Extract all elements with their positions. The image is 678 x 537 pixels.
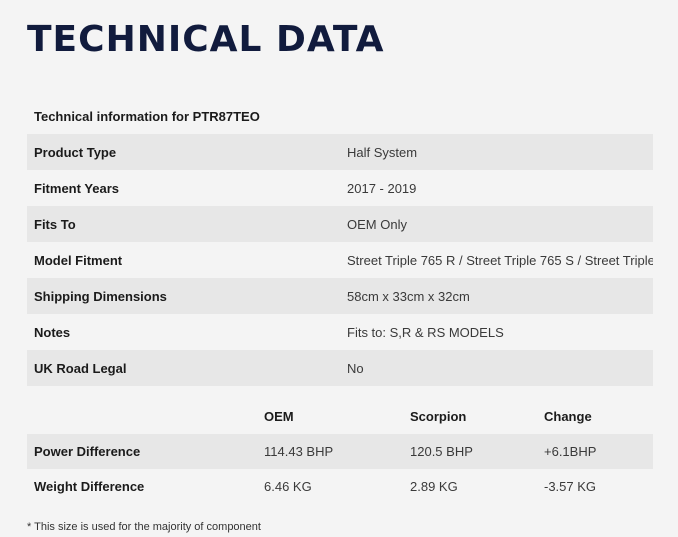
table-header-row: OEM Scorpion Change (27, 399, 653, 434)
row-value: 58cm x 33cm x 32cm (340, 278, 653, 314)
column-header-scorpion: Scorpion (410, 409, 467, 424)
row-label: Notes (34, 324, 71, 340)
table-row: Shipping Dimensions 58cm x 33cm x 32cm (27, 278, 653, 314)
row-label: Power Difference (27, 434, 257, 469)
row-label: Fits To (27, 206, 340, 242)
table-row: Fitment Years 2017 - 2019 (27, 170, 653, 206)
scorpion-value: 2.89 KG (410, 479, 458, 494)
column-header-oem: OEM (264, 409, 294, 424)
row-label: UK Road Legal (27, 350, 340, 386)
change-value: +6.1BHP (537, 434, 653, 469)
row-value: Fits to: S,R & RS MODELS (347, 324, 504, 340)
performance-table: OEM Scorpion Change Power Difference 114… (27, 399, 653, 504)
table-row: Fits To OEM Only (27, 206, 653, 242)
row-value: OEM Only (340, 206, 653, 242)
page-title: TECHNICAL DATA (27, 19, 385, 60)
row-value: 2017 - 2019 (347, 180, 417, 196)
technical-info-table: Technical information for PTR87TEO Produ… (27, 98, 653, 386)
column-header (27, 399, 257, 434)
table-row: Power Difference 114.43 BHP 120.5 BHP +6… (27, 434, 653, 469)
row-label: Shipping Dimensions (27, 278, 340, 314)
oem-value: 114.43 BHP (257, 434, 403, 469)
oem-value: 6.46 KG (264, 479, 312, 494)
row-value: Half System (340, 134, 653, 170)
table-row: UK Road Legal No (27, 350, 653, 386)
table-row: Product Type Half System (27, 134, 653, 170)
row-label: Model Fitment (34, 252, 123, 268)
table-row: Notes Fits to: S,R & RS MODELS (27, 314, 653, 350)
row-label: Weight Difference (34, 479, 145, 494)
row-value: No (340, 350, 653, 386)
scorpion-value: 120.5 BHP (403, 434, 537, 469)
row-value: Street Triple 765 R / Street Triple 765 … (347, 252, 653, 268)
column-header-change: Change (544, 409, 592, 424)
table-caption-row: Technical information for PTR87TEO (27, 98, 653, 134)
footnote: * This size is used for the majority of … (27, 521, 261, 533)
row-label: Product Type (27, 134, 340, 170)
table-row: Weight Difference 6.46 KG 2.89 KG -3.57 … (27, 469, 653, 504)
change-value: -3.57 KG (544, 479, 597, 494)
table-caption: Technical information for PTR87TEO (34, 108, 260, 124)
row-label: Fitment Years (34, 180, 120, 196)
table-row: Model Fitment Street Triple 765 R / Stre… (27, 242, 653, 278)
